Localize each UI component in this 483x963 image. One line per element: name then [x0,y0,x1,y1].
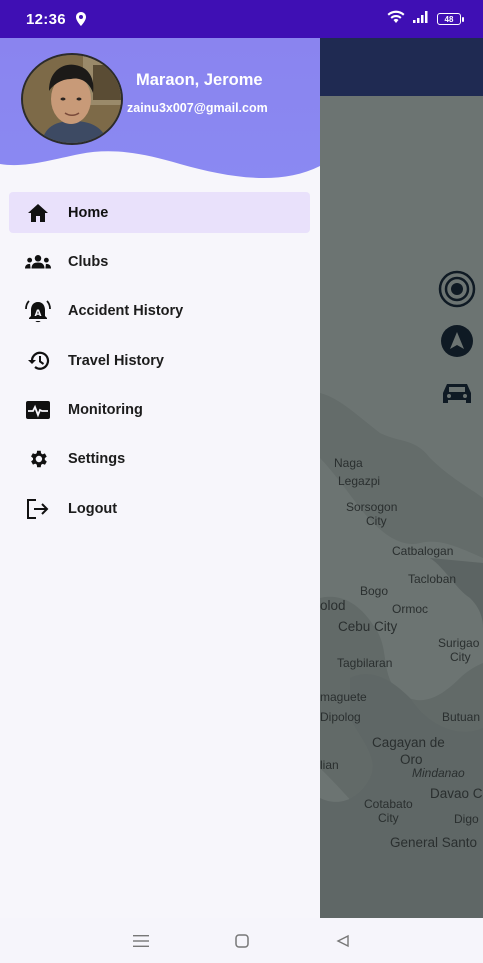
map-label: City [366,514,387,528]
status-bar: 12:36 48 [0,0,483,38]
map-label: Legazpi [338,474,381,488]
car-icon[interactable] [441,380,473,406]
history-icon [25,348,51,374]
group-icon [25,249,51,275]
home-square-icon[interactable] [227,926,257,956]
wifi-icon [387,10,405,28]
target-location-icon[interactable] [438,270,476,308]
map-label: Catbalogan [392,544,454,558]
map-label: Sorsogon [346,500,398,514]
menu-item-label: Logout [68,500,118,517]
map-label: Naga [334,456,363,470]
map-label: Tagbilaran [337,656,393,670]
svg-text:A: A [35,309,42,319]
map-label: Cagayan de [372,735,445,750]
drawer-menu: Home Clubs A Accident History Travel His… [0,192,320,538]
drawer-header: Maraon, Jerome zainu3x007@gmail.com [0,38,320,188]
map-label: Bogo [360,584,389,598]
menu-item-label: Settings [68,451,126,468]
map-label: olod [320,598,346,613]
map-label: Cotabato [364,797,413,811]
map-label: Surigao [438,636,480,650]
alarm-bell-icon: A [25,298,51,324]
system-nav-bar [0,918,483,963]
location-icon [75,12,86,26]
map-label: Oro [400,752,423,767]
battery-icon: 48 [437,13,464,25]
menu-item-settings[interactable]: Settings [9,439,310,480]
menu-lines-icon[interactable] [126,926,156,956]
navigation-arrow-icon[interactable] [440,324,474,358]
menu-item-accident-history[interactable]: A Accident History [9,291,310,332]
menu-item-label: Home [68,204,109,221]
map-label: Digo [454,812,479,826]
menu-item-travel-history[interactable]: Travel History [9,340,310,381]
back-triangle-icon[interactable] [328,926,358,956]
map-label: Davao C [430,786,483,801]
map-label: Tacloban [408,572,457,586]
map-label: Mindanao [412,766,465,780]
monitor-pulse-icon [25,397,51,423]
map-label: City [378,811,399,825]
user-name: Maraon, Jerome [136,71,263,89]
menu-item-label: Accident History [68,303,184,320]
map-app-bar [320,38,483,96]
menu-item-label: Monitoring [68,402,143,419]
signal-icon [413,10,429,28]
map-label: Butuan [442,710,481,724]
map-label: maguete [320,690,367,704]
status-time: 12:36 [26,10,66,28]
menu-item-label: Travel History [68,352,164,369]
avatar[interactable] [21,53,123,145]
logout-icon [25,496,51,522]
navigation-drawer: Maraon, Jerome zainu3x007@gmail.com Home… [0,38,320,918]
map-label: Ormoc [392,602,428,616]
map-view[interactable]: Naga Legazpi Sorsogon City Catbalogan Ta… [320,38,483,918]
gear-icon [25,446,51,472]
map-label: lian [320,758,339,772]
map-label: City [450,650,471,664]
menu-item-label: Clubs [68,253,109,270]
menu-item-monitoring[interactable]: Monitoring [9,390,310,431]
map-label: Cebu City [338,619,398,634]
map-label: General Santo [390,835,478,850]
user-email: zainu3x007@gmail.com [127,101,268,115]
menu-item-home[interactable]: Home [9,192,310,233]
menu-item-logout[interactable]: Logout [9,488,310,529]
map-label: Dipolog [320,710,361,724]
menu-item-clubs[interactable]: Clubs [9,241,310,282]
home-icon [25,200,51,226]
